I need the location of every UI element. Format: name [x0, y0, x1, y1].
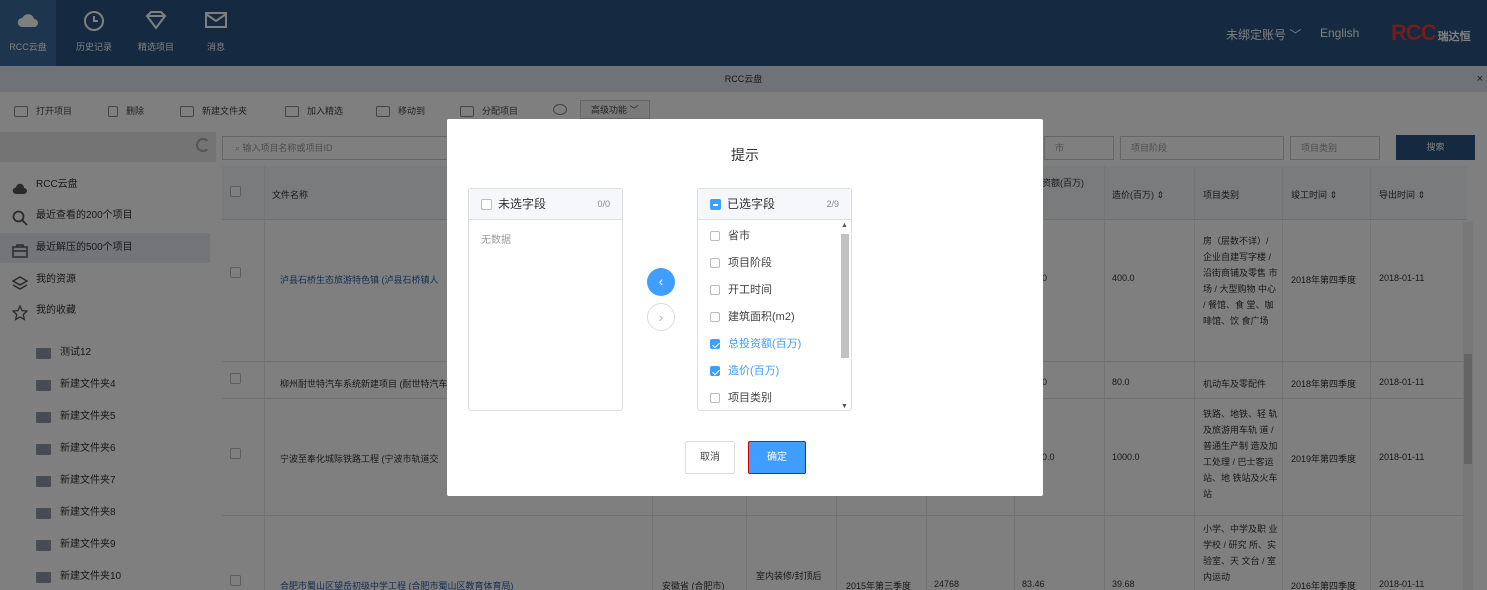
- confirm-button[interactable]: 确定: [748, 441, 806, 474]
- field-selector-dialog: 提示 未选字段 0/0 无数据 ‹ › 已选字段 2/9 省市 项目阶段 开工时…: [447, 119, 1043, 496]
- field-checkbox[interactable]: [710, 231, 720, 241]
- panel-scrollbar[interactable]: ▲ ▼: [839, 222, 851, 410]
- empty-text: 无数据: [481, 235, 511, 246]
- field-checkbox[interactable]: [710, 258, 720, 268]
- panel-select-all-checkbox[interactable]: [710, 199, 721, 210]
- field-checkbox[interactable]: [710, 393, 720, 403]
- field-item[interactable]: 项目阶段: [710, 256, 772, 272]
- field-item[interactable]: 总投资额(百万): [710, 337, 801, 353]
- selected-fields-panel: 已选字段 2/9 省市 项目阶段 开工时间 建筑面积(m2) 总投资额(百万) …: [697, 188, 852, 411]
- field-item[interactable]: 省市: [710, 229, 750, 245]
- field-checkbox[interactable]: [710, 285, 720, 295]
- chevron-left-icon: ‹: [658, 273, 664, 289]
- field-item[interactable]: 项目类别: [710, 391, 772, 405]
- scroll-down-icon[interactable]: ▼: [841, 403, 848, 410]
- panel-count: 0/0: [597, 199, 610, 209]
- panel-header: 未选字段 0/0: [469, 189, 622, 220]
- scroll-up-icon[interactable]: ▲: [841, 222, 848, 229]
- field-checkbox[interactable]: [710, 339, 720, 349]
- panel-count: 2/9: [826, 199, 839, 209]
- cancel-button[interactable]: 取消: [685, 441, 735, 474]
- move-right-button[interactable]: ›: [647, 303, 675, 331]
- field-item[interactable]: 开工时间: [710, 283, 772, 299]
- unselected-fields-panel: 未选字段 0/0 无数据: [468, 188, 623, 411]
- panel-title: 未选字段: [498, 197, 547, 211]
- scrollbar-thumb[interactable]: [841, 234, 849, 358]
- field-item[interactable]: 建筑面积(m2): [710, 310, 795, 326]
- field-item[interactable]: 造价(百万): [710, 364, 779, 380]
- field-checkbox[interactable]: [710, 312, 720, 322]
- panel-title: 已选字段: [727, 197, 776, 211]
- move-left-button[interactable]: ‹: [647, 268, 675, 296]
- panel-select-all-checkbox[interactable]: [481, 199, 492, 210]
- dialog-title: 提示: [731, 147, 759, 163]
- panel-header: 已选字段 2/9: [698, 189, 851, 220]
- chevron-right-icon: ›: [658, 309, 664, 325]
- field-checkbox[interactable]: [710, 366, 720, 376]
